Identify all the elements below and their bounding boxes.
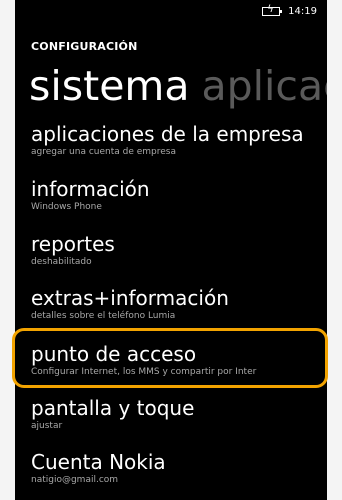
pivot-header-sistema[interactable]: sistema <box>29 62 189 110</box>
battery-charging-icon: ϟ <box>262 5 283 16</box>
list-item-title: aplicaciones de la empresa <box>31 122 304 146</box>
list-item-title: extras+información <box>31 286 229 310</box>
list-item-informacion[interactable]: información Windows Phone <box>31 177 150 213</box>
page-title: CONFIGURACIÓN <box>31 40 138 53</box>
list-item-subtitle: detalles sobre el teléfono Lumia <box>31 311 176 321</box>
list-item-subtitle: ajustar <box>31 421 63 431</box>
highlight-annotation <box>12 328 328 388</box>
list-item-pantalla-y-toque[interactable]: pantalla y toque ajustar <box>31 396 194 432</box>
list-item-subtitle: natigio@gmail.com <box>31 475 119 485</box>
list-item-aplicaciones-empresa[interactable]: aplicaciones de la empresa agregar una c… <box>31 122 304 158</box>
phone-screen: ϟ 14:19 CONFIGURACIÓN sistemaaplicac apl… <box>15 0 327 500</box>
list-item-reportes[interactable]: reportes deshabilitado <box>31 232 115 268</box>
list-item-subtitle: deshabilitado <box>31 257 92 267</box>
list-item-cuenta-nokia[interactable]: Cuenta Nokia natigio@gmail.com <box>31 450 166 486</box>
list-item-title: Cuenta Nokia <box>31 450 166 474</box>
list-item-subtitle: agregar una cuenta de empresa <box>31 147 177 157</box>
pivot-headers: sistemaaplicac <box>29 62 327 110</box>
list-item-extras-informacion[interactable]: extras+información detalles sobre el tel… <box>31 286 229 322</box>
list-item-title: pantalla y toque <box>31 396 195 420</box>
list-item-title: reportes <box>31 232 115 256</box>
list-item-title: información <box>31 177 150 201</box>
pivot-header-aplicaciones[interactable]: aplicac <box>201 62 327 110</box>
status-time: 14:19 <box>288 6 317 17</box>
list-item-subtitle: Windows Phone <box>31 202 102 212</box>
status-bar: ϟ 14:19 <box>262 5 317 17</box>
